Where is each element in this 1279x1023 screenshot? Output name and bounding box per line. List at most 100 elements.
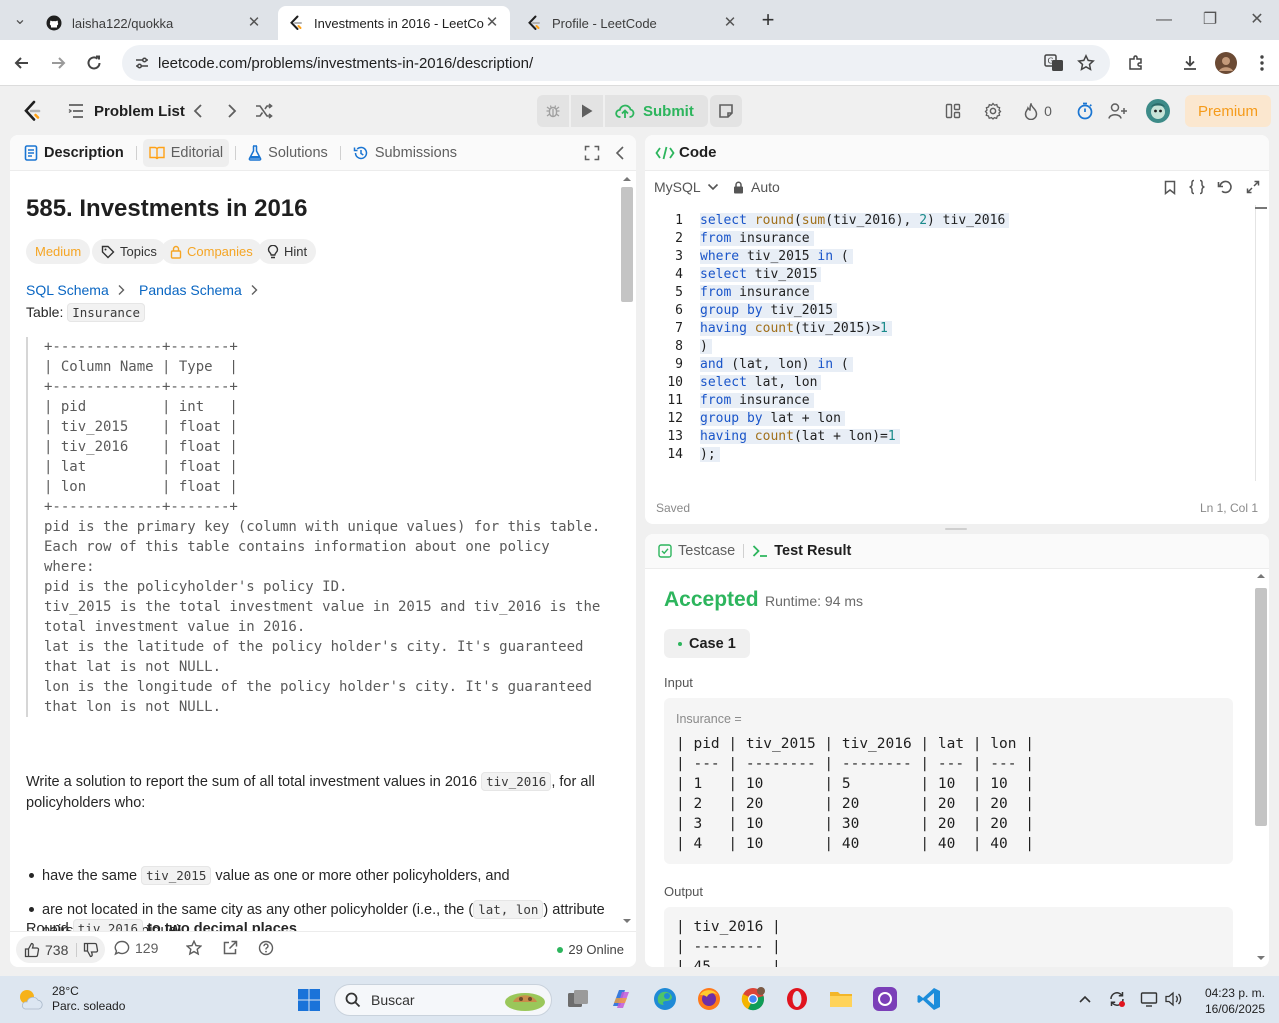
system-clock[interactable]: 04:23 p. m. 16/06/2025 — [1205, 985, 1265, 1017]
scrollbar-thumb[interactable] — [621, 187, 633, 302]
companies-chip[interactable]: Companies — [161, 239, 262, 264]
vscode-icon[interactable] — [916, 986, 942, 1012]
scroll-up-arrow[interactable] — [621, 175, 633, 183]
thumbs-down-icon[interactable] — [83, 942, 99, 958]
copilot-icon[interactable] — [608, 986, 634, 1012]
site-info-icon[interactable] — [132, 53, 152, 73]
volume-icon[interactable] — [1164, 990, 1182, 1008]
code-line[interactable]: 7 having count(tiv_2015)>1 — [645, 319, 892, 337]
chrome-icon[interactable] — [740, 986, 766, 1012]
tab-submissions[interactable]: Submissions — [347, 139, 463, 167]
taskbar-search[interactable]: Buscar — [334, 984, 552, 1016]
editor-scrollbar[interactable] — [1255, 205, 1267, 481]
case-tab[interactable]: Case 1 — [664, 629, 750, 658]
start-button[interactable] — [297, 988, 321, 1012]
back-button[interactable] — [10, 51, 34, 75]
timer-button[interactable] — [1073, 99, 1097, 123]
network-icon[interactable] — [1140, 990, 1158, 1008]
browser-tab-investments[interactable]: Investments in 2016 - LeetCode ✕ — [278, 6, 510, 40]
code-line[interactable]: 4 select tiv_2015 — [645, 265, 822, 283]
submit-button[interactable]: Submit — [605, 95, 708, 127]
help-button[interactable] — [258, 940, 274, 956]
url-bar[interactable]: leetcode.com/problems/investments-in-201… — [122, 45, 1110, 81]
browser-tab-github[interactable]: laisha122/quokka ✕ — [36, 6, 272, 40]
browser-tab-profile[interactable]: Profile - LeetCode ✕ — [516, 6, 748, 40]
minimize-button[interactable]: — — [1152, 8, 1176, 32]
next-problem-button[interactable] — [220, 99, 244, 123]
tab-editorial[interactable]: Editorial — [142, 138, 230, 167]
tab-testcase[interactable]: Testcase — [658, 543, 735, 559]
scroll-down-arrow[interactable] — [621, 917, 633, 925]
add-friend-button[interactable] — [1106, 99, 1130, 123]
code-line[interactable]: 5 from insurance — [645, 283, 814, 301]
code-line[interactable]: 6 group by tiv_2015 — [645, 301, 838, 319]
scroll-up-arrow[interactable] — [1255, 572, 1267, 580]
sync-icon[interactable] — [1108, 990, 1126, 1008]
tab-test-result[interactable]: Test Result — [752, 543, 851, 559]
language-select[interactable]: MySQL — [654, 179, 719, 195]
code-editor[interactable]: 1 select round(sum(tiv_2016), 2) tiv_2016… — [645, 209, 1255, 479]
profile-avatar[interactable] — [1214, 51, 1238, 75]
random-problem-button[interactable] — [252, 99, 276, 123]
weather-widget[interactable]: 28°C Parc. soleado — [16, 984, 125, 1014]
bookmark-button[interactable] — [1161, 178, 1179, 196]
leetcode-logo[interactable] — [20, 99, 44, 123]
browser-menu-button[interactable] — [1250, 51, 1274, 75]
scroll-down-arrow[interactable] — [1255, 954, 1267, 962]
problem-list-label[interactable]: Problem List — [94, 103, 185, 120]
github-desktop-icon[interactable] — [872, 986, 898, 1012]
code-line[interactable]: 8) — [645, 337, 712, 355]
comments-button[interactable]: 129 — [114, 940, 158, 956]
problem-list-button[interactable] — [64, 99, 88, 123]
pandas-schema-link[interactable]: Pandas Schema — [139, 282, 258, 298]
maximize-panel-button[interactable] — [584, 145, 600, 161]
reset-code-button[interactable] — [1216, 178, 1234, 196]
code-line[interactable]: 14); — [645, 445, 720, 463]
extensions-button[interactable] — [1124, 51, 1148, 75]
premium-button[interactable]: Premium — [1185, 95, 1271, 127]
file-explorer-icon[interactable] — [828, 986, 854, 1012]
firefox-icon[interactable] — [696, 986, 722, 1012]
auto-mode-toggle[interactable]: Auto — [733, 179, 780, 195]
close-icon[interactable]: ✕ — [246, 15, 262, 31]
hint-chip[interactable]: Hint — [258, 239, 317, 264]
tab-search-button[interactable]: ⌄ — [8, 8, 32, 32]
code-line[interactable]: 12 group by lat + lon — [645, 409, 845, 427]
downloads-button[interactable] — [1178, 51, 1202, 75]
edge-icon[interactable] — [652, 986, 678, 1012]
new-tab-button[interactable]: + — [756, 8, 780, 32]
code-line[interactable]: 3 where tiv_2015 in ( — [645, 247, 853, 265]
thumbs-up-icon[interactable] — [24, 942, 40, 958]
debug-button[interactable] — [537, 95, 569, 127]
code-line[interactable]: 11 from insurance — [645, 391, 814, 409]
prev-problem-button[interactable] — [186, 99, 210, 123]
code-line[interactable]: 10 select lat, lon — [645, 373, 822, 391]
user-avatar[interactable] — [1146, 99, 1170, 123]
layout-button[interactable] — [941, 99, 965, 123]
sql-schema-link[interactable]: SQL Schema — [26, 282, 125, 298]
streak-button[interactable]: 0 — [1020, 99, 1056, 123]
tray-overflow-icon[interactable] — [1076, 990, 1094, 1008]
format-code-button[interactable] — [1188, 178, 1206, 196]
tab-description[interactable]: Description — [18, 139, 130, 167]
result-scrollbar[interactable] — [1255, 572, 1267, 964]
task-view-icon[interactable] — [565, 986, 591, 1012]
close-icon[interactable]: ✕ — [484, 15, 500, 31]
reload-button[interactable] — [82, 51, 106, 75]
description-scrollbar[interactable] — [621, 175, 633, 927]
code-line[interactable]: 2 from insurance — [645, 229, 814, 247]
tab-solutions[interactable]: Solutions — [242, 139, 334, 167]
run-button[interactable] — [571, 95, 603, 127]
favorite-button[interactable] — [186, 940, 202, 956]
close-icon[interactable]: ✕ — [722, 15, 738, 31]
share-button[interactable] — [222, 940, 238, 956]
code-line[interactable]: 9 and (lat, lon) in ( — [645, 355, 853, 373]
forward-button[interactable] — [46, 51, 70, 75]
notes-button[interactable] — [710, 95, 742, 127]
bookmark-star-icon[interactable] — [1076, 53, 1096, 73]
collapse-panel-button[interactable] — [614, 145, 626, 161]
code-line[interactable]: 1 select round(sum(tiv_2016), 2) tiv_2016 — [645, 211, 1010, 229]
code-line[interactable]: 13 having count(lat + lon)=1 — [645, 427, 900, 445]
window-close-button[interactable]: ✕ — [1245, 8, 1269, 32]
topics-chip[interactable]: Topics — [92, 239, 166, 264]
